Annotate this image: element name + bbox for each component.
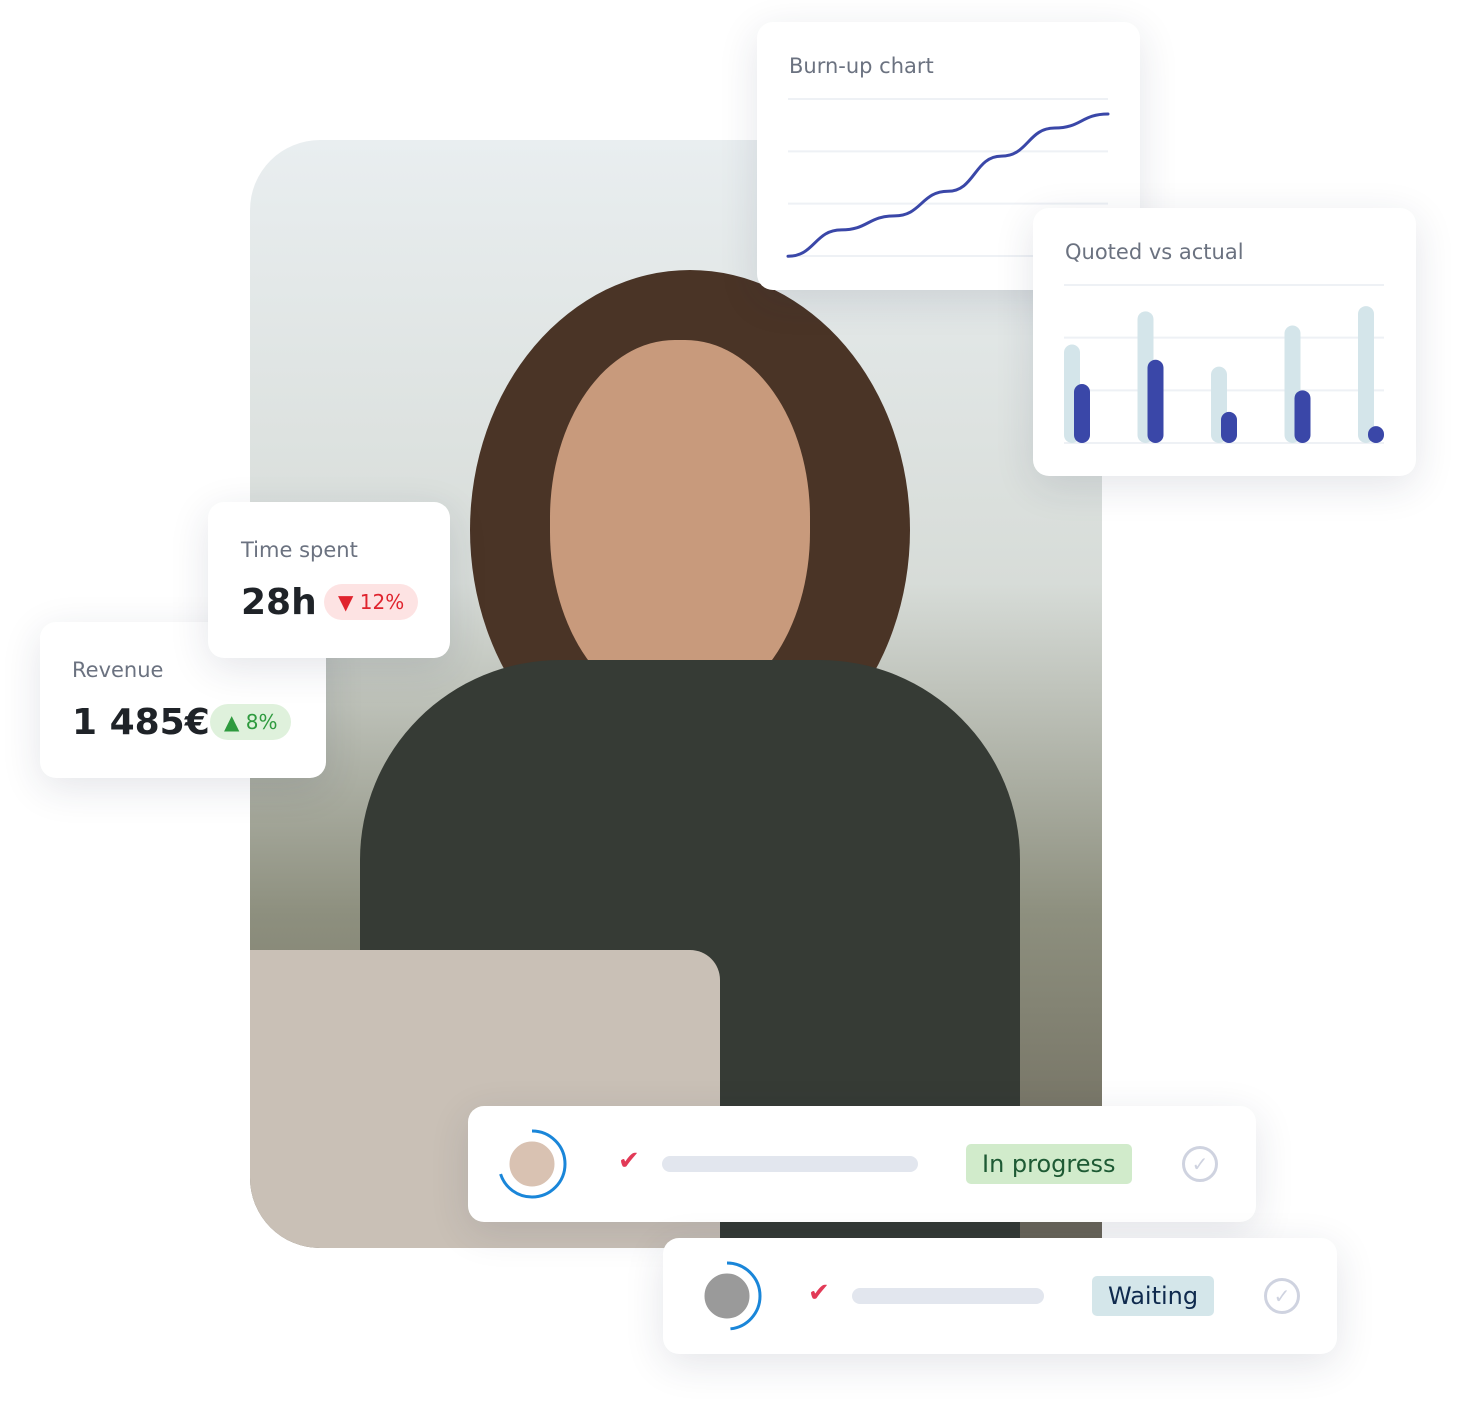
task-placeholder-bar: [662, 1156, 918, 1172]
quoted-bar: [1358, 306, 1374, 443]
quoted-chart: [1064, 284, 1384, 444]
revenue-change: 8%: [245, 710, 278, 734]
status-badge: Waiting: [1092, 1276, 1215, 1316]
revenue-value: 1 485€: [72, 702, 210, 743]
hero-photo: [250, 140, 1102, 1248]
checkmark-icon: ✔: [618, 1146, 640, 1176]
time-spent-value: 28h: [241, 582, 317, 623]
actual-bar: [1294, 390, 1311, 443]
actual-bar: [1074, 384, 1090, 443]
time-spent-change: 12%: [359, 590, 405, 614]
avatar-progress-ring: [692, 1261, 762, 1331]
revenue-change-badge: ▲ 8%: [210, 704, 292, 740]
task-row[interactable]: ✔ Waiting ✓: [663, 1238, 1337, 1354]
actual-bar: [1368, 426, 1384, 443]
actual-bar: [1147, 359, 1164, 443]
time-spent-change-badge: ▼ 12%: [324, 584, 419, 620]
actual-bar: [1221, 411, 1237, 443]
task-placeholder-bar: [852, 1288, 1044, 1304]
revenue-label: Revenue: [72, 658, 164, 682]
face-shape: [550, 340, 810, 710]
arrow-up-icon: ▲: [224, 710, 240, 734]
complete-check-icon[interactable]: ✓: [1182, 1146, 1218, 1182]
arrow-down-icon: ▼: [338, 590, 354, 614]
task-row[interactable]: ✔ In progress ✓: [468, 1106, 1256, 1222]
avatar-progress-ring: [497, 1129, 567, 1199]
quoted-chart-card: Quoted vs actual: [1033, 208, 1416, 476]
status-badge: In progress: [966, 1144, 1132, 1184]
time-spent-card: Time spent 28h ▼ 12%: [208, 502, 450, 658]
time-spent-label: Time spent: [241, 538, 358, 562]
checkmark-icon: ✔: [808, 1278, 830, 1308]
complete-check-icon[interactable]: ✓: [1264, 1278, 1300, 1314]
